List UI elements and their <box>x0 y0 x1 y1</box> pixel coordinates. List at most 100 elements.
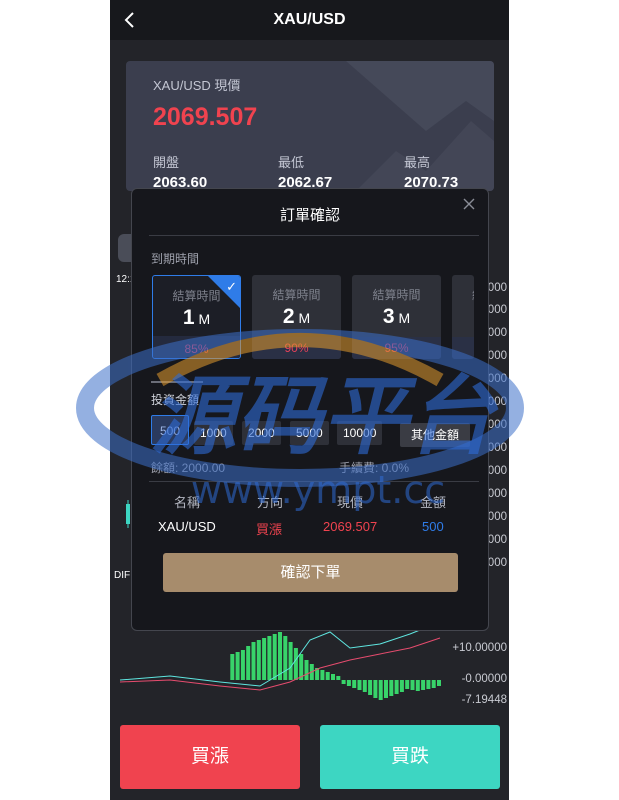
macd-bar <box>437 680 441 686</box>
macd-bar <box>362 680 367 692</box>
duration-unit: M <box>398 310 411 326</box>
duration-number: 1 <box>182 306 195 329</box>
buy-down-button[interactable]: 買跌 <box>320 725 500 789</box>
card-band <box>452 337 474 359</box>
duration-option-2m[interactable]: 結算時間 2M 90% <box>252 275 341 359</box>
dif-label: DIF <box>114 570 131 581</box>
macd-bar <box>346 680 351 686</box>
macd-bar <box>431 680 436 688</box>
macd-bar <box>415 680 420 691</box>
macd-bar <box>394 680 399 694</box>
amount-option-5000[interactable]: 5000 <box>290 421 329 445</box>
col-header-direction: 方向 <box>257 495 284 510</box>
check-icon: ✓ <box>226 279 237 294</box>
macd-bar <box>251 642 256 680</box>
macd-bar <box>230 654 235 680</box>
order-symbol: XAU/USD <box>158 519 216 534</box>
trade-actions: 買漲 買跌 <box>110 725 509 789</box>
other-amount-button[interactable]: 其他金額 <box>400 423 470 447</box>
amount-option-500[interactable]: 500 <box>151 415 189 445</box>
macd-bar <box>246 646 251 680</box>
balance-text: 餘額: 2000.00 <box>151 461 226 475</box>
modal-title: 訂單確認 <box>279 207 340 224</box>
payout-rate: 85% <box>184 342 209 356</box>
macd-bar <box>331 674 335 680</box>
macd-bar <box>262 638 267 680</box>
order-confirm-modal: 訂單確認 到期時間 結算時間 1M 85% ✓ 結算時間 2M 90% 結算時間… <box>131 188 489 631</box>
macd-bar <box>240 650 245 680</box>
macd-bar <box>368 680 373 695</box>
macd-chart <box>119 621 441 700</box>
macd-tick: -7.19448 <box>461 694 507 706</box>
macd-bar <box>426 680 431 689</box>
duration-value: 3M <box>352 305 441 329</box>
top-bar: XAU/USD <box>110 0 509 40</box>
macd-bar <box>399 680 404 692</box>
macd-bar <box>288 642 293 680</box>
stat-low: 最低 2062.67 <box>278 152 332 191</box>
amount-option-1000[interactable]: 1000 <box>194 421 233 445</box>
fee-text: 手續費: 0.0% <box>339 461 410 475</box>
macd-bar <box>304 660 309 680</box>
macd-bar <box>256 640 261 680</box>
macd-bar <box>341 680 346 684</box>
stat-label: 開盤 <box>153 155 180 170</box>
col-header-amount: 金額 <box>420 495 447 510</box>
duration-unit: M <box>198 311 211 327</box>
divider <box>149 481 479 482</box>
macd-bar <box>357 680 362 690</box>
duration-unit: M <box>298 310 311 326</box>
order-direction: 買漲 <box>256 522 283 537</box>
col-header-name: 名稱 <box>174 495 201 510</box>
macd-bar <box>384 680 388 698</box>
stat-label: 最高 <box>404 155 431 170</box>
duration-number: 3 <box>382 305 395 328</box>
macd-tick: +10.00000 <box>452 642 507 654</box>
macd-bar <box>378 680 383 700</box>
duration-caption: 結算時間 <box>372 288 421 302</box>
macd-bar <box>325 672 330 680</box>
macd-bar <box>389 680 394 696</box>
macd-bar <box>410 680 415 690</box>
expiry-label: 到期時間 <box>151 252 200 266</box>
macd-bar <box>235 652 240 680</box>
duration-option-3m[interactable]: 結算時間 3M 95% <box>352 275 441 359</box>
macd-tick: -0.00000 <box>461 673 507 685</box>
amount-label: 投資金額 <box>151 393 200 407</box>
close-button[interactable] <box>462 197 476 211</box>
duration-caption: 結 <box>452 286 474 303</box>
macd-bar <box>352 680 357 688</box>
col-header-price: 現價 <box>337 495 364 510</box>
duration-value: 2M <box>252 305 341 329</box>
amount-option-10000[interactable]: 10000 <box>337 421 383 445</box>
macd-bar <box>405 680 410 689</box>
page-title: XAU/USD <box>273 11 346 28</box>
macd-bar <box>293 648 298 680</box>
stat-open: 開盤 2063.60 <box>153 152 207 191</box>
payout-rate: 95% <box>384 341 409 355</box>
current-price: 2069.507 <box>153 103 258 131</box>
duration-option-1m[interactable]: 結算時間 1M 85% ✓ <box>152 275 241 359</box>
price-card: XAU/USD 現價 2069.507 開盤 2063.60 最低 2062.6… <box>126 61 494 191</box>
macd-bar <box>373 680 378 698</box>
divider <box>149 235 479 236</box>
order-amount: 500 <box>422 519 444 534</box>
macd-bar <box>283 636 288 680</box>
macd-bar <box>421 680 426 690</box>
stat-high: 最高 2070.73 <box>404 152 458 191</box>
amount-option-2000[interactable]: 2000 <box>242 421 281 445</box>
macd-bar <box>336 676 341 680</box>
macd-bar <box>267 636 272 680</box>
confirm-order-button[interactable]: 確認下單 <box>163 553 458 592</box>
stat-label: 最低 <box>278 155 305 170</box>
duration-caption: 結算時間 <box>272 288 321 302</box>
scroll-indicator <box>151 381 203 383</box>
order-price: 2069.507 <box>323 519 378 534</box>
buy-up-button[interactable]: 買漲 <box>120 725 300 789</box>
macd-bar <box>272 634 277 680</box>
duration-value: 1M <box>153 306 240 330</box>
payout-rate: 90% <box>284 341 309 355</box>
close-icon <box>463 198 475 210</box>
quote-label: XAU/USD 現價 <box>153 78 241 93</box>
duration-option-partial[interactable]: 結 <box>452 275 474 359</box>
